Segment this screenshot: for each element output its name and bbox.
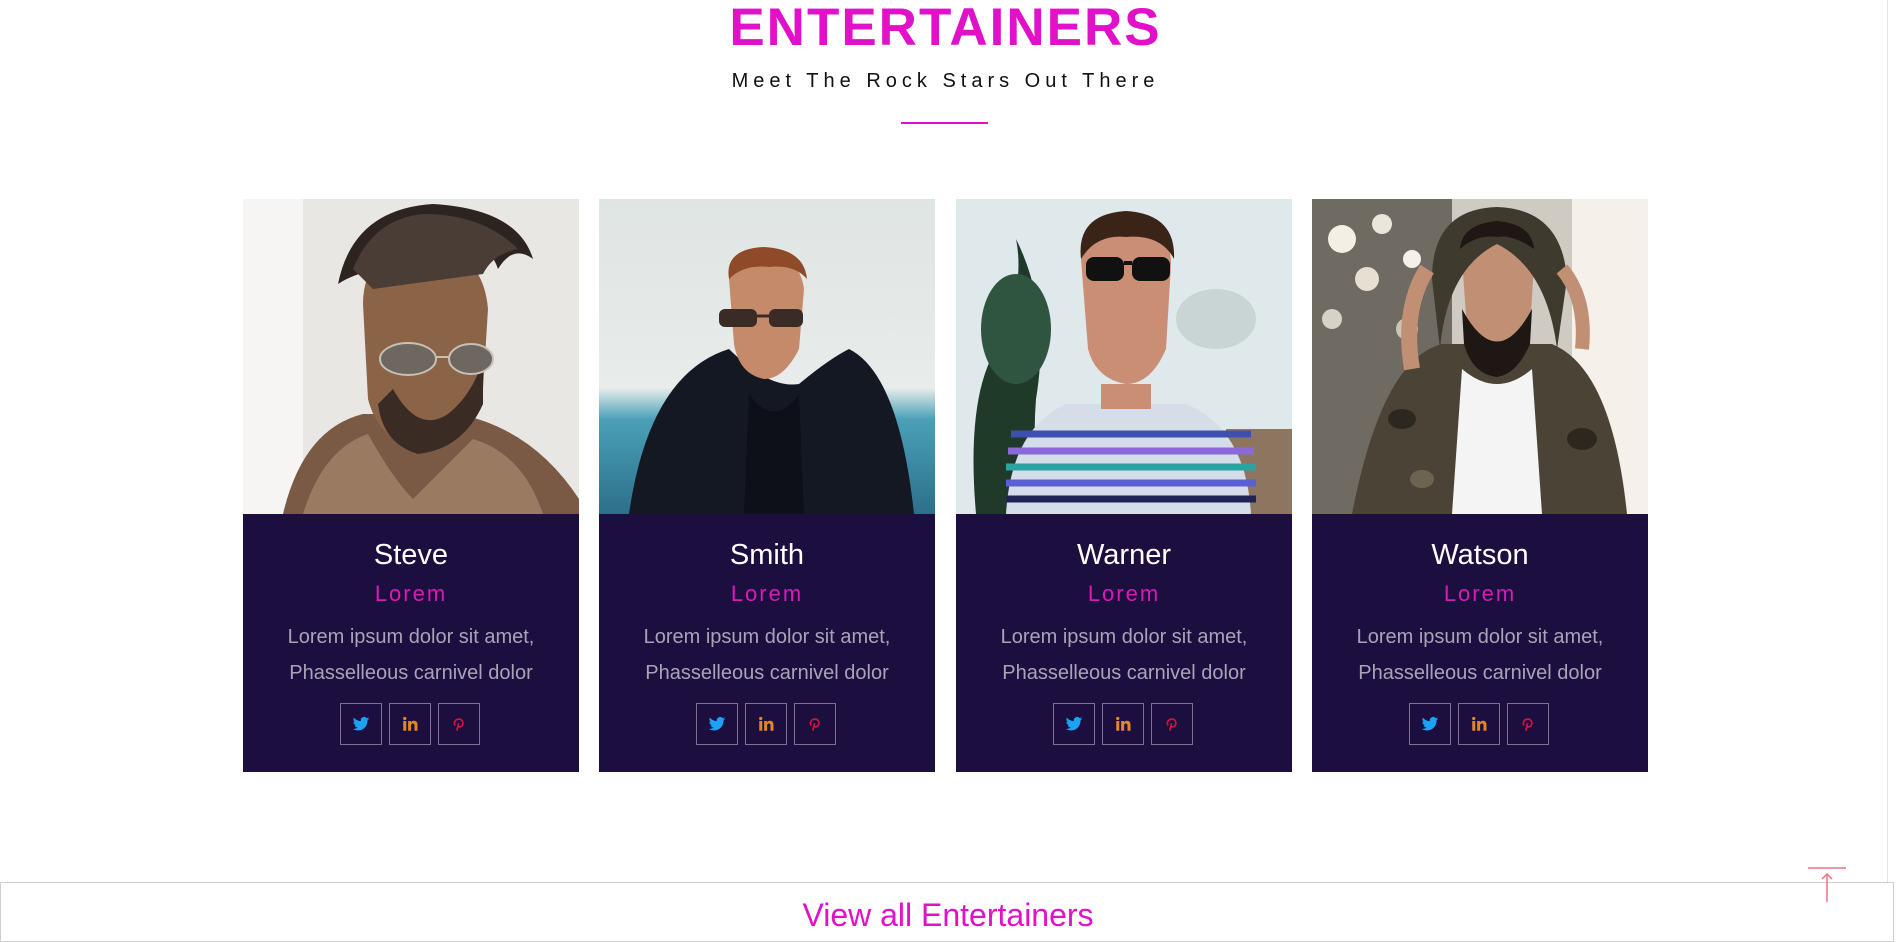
entertainer-photo (599, 199, 935, 514)
description-line: Phasselleous carnivel dolor (645, 662, 889, 684)
description-line: Phasselleous carnivel dolor (289, 662, 533, 684)
twitter-link[interactable] (340, 703, 382, 745)
entertainer-description: Lorem ipsum dolor sit amet, Phasselleous… (263, 619, 559, 691)
entertainer-role: Lorem (374, 581, 448, 606)
pinterest-link[interactable] (794, 703, 836, 745)
linkedin-link[interactable] (389, 703, 431, 745)
pinterest-link[interactable] (1507, 703, 1549, 745)
linkedin-icon (1472, 716, 1487, 731)
linkedin-icon (403, 716, 418, 731)
page-scrollbar[interactable] (1887, 0, 1896, 937)
twitter-icon (1421, 716, 1439, 731)
description-line: Lorem ipsum dolor sit amet, (1356, 626, 1604, 648)
entertainer-photo (956, 199, 1292, 514)
entertainer-description: Lorem ipsum dolor sit amet, Phasselleous… (619, 619, 915, 691)
view-all-bar: View all Entertainers (0, 882, 1894, 942)
linkedin-link[interactable] (1102, 703, 1144, 745)
pinterest-icon (1166, 718, 1177, 731)
section-title: ENTERTAINERS (729, 0, 1162, 57)
pinterest-link[interactable] (1151, 703, 1193, 745)
entertainer-role: Lorem (1087, 581, 1161, 606)
section-subtitle: Meet The Rock Stars Out There (731, 70, 1160, 92)
entertainer-photo (1312, 199, 1648, 514)
twitter-link[interactable] (1409, 703, 1451, 745)
title-divider (901, 122, 988, 124)
twitter-link[interactable] (1053, 703, 1095, 745)
description-line: Lorem ipsum dolor sit amet, (287, 626, 535, 648)
twitter-icon (1065, 716, 1083, 731)
entertainers-grid: Steve Lorem Lorem ipsum dolor sit amet, … (243, 199, 1648, 772)
twitter-icon (352, 716, 370, 731)
linkedin-icon (759, 716, 774, 731)
social-links (696, 703, 838, 747)
pinterest-icon (809, 718, 820, 731)
entertainer-card-watson: Watson Lorem Lorem ipsum dolor sit amet,… (1312, 199, 1648, 772)
entertainer-name: Steve (373, 539, 449, 571)
description-line: Lorem ipsum dolor sit amet, (643, 626, 891, 648)
entertainer-description: Lorem ipsum dolor sit amet, Phasselleous… (976, 619, 1272, 691)
social-links (1053, 703, 1195, 747)
entertainer-name: Watson (1431, 539, 1529, 571)
view-all-entertainers-link[interactable]: View all Entertainers (1, 895, 1895, 935)
entertainer-description: Lorem ipsum dolor sit amet, Phasselleous… (1332, 619, 1628, 691)
pinterest-icon (453, 718, 464, 731)
twitter-link[interactable] (696, 703, 738, 745)
entertainer-card-steve: Steve Lorem Lorem ipsum dolor sit amet, … (243, 199, 579, 772)
linkedin-link[interactable] (745, 703, 787, 745)
description-line: Lorem ipsum dolor sit amet, (1000, 626, 1248, 648)
description-line: Phasselleous carnivel dolor (1358, 662, 1602, 684)
pinterest-link[interactable] (438, 703, 480, 745)
entertainer-role: Lorem (1443, 581, 1517, 606)
description-line: Phasselleous carnivel dolor (1002, 662, 1246, 684)
arrow-up-icon (1808, 867, 1846, 902)
linkedin-icon (1116, 716, 1131, 731)
pinterest-icon (1522, 718, 1533, 731)
entertainer-card-warner: Warner Lorem Lorem ipsum dolor sit amet,… (956, 199, 1292, 772)
entertainer-card-smith: Smith Lorem Lorem ipsum dolor sit amet, … (599, 199, 935, 772)
back-to-top-button[interactable] (1806, 866, 1848, 904)
entertainer-name: Smith (729, 539, 805, 571)
twitter-icon (708, 716, 726, 731)
entertainer-name: Warner (1077, 539, 1171, 571)
entertainer-role: Lorem (730, 581, 804, 606)
social-links (1409, 703, 1551, 747)
linkedin-link[interactable] (1458, 703, 1500, 745)
social-links (340, 703, 482, 747)
entertainer-photo (243, 199, 579, 514)
